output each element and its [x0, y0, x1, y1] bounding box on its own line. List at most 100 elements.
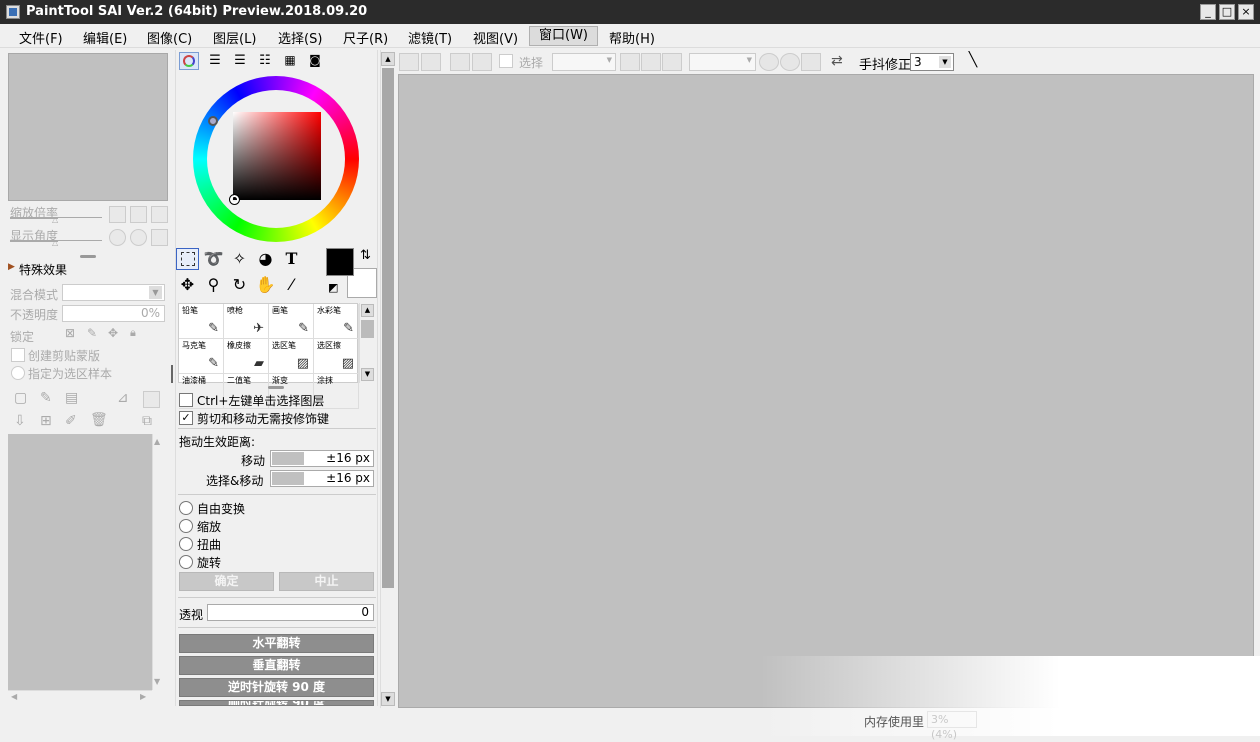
rotate-left-button[interactable]: [759, 53, 779, 71]
panel-splitter[interactable]: [80, 255, 96, 258]
scroll-up-icon[interactable]: ▲: [361, 304, 374, 317]
angle-select[interactable]: ▼: [689, 53, 756, 71]
lock-all-icon[interactable]: 🔒︎: [130, 326, 136, 340]
brush-slot[interactable]: 水彩笔 ✎: [314, 304, 359, 339]
copy-layer-icon[interactable]: ⧉: [142, 413, 152, 429]
move-distance-field[interactable]: ±16 px: [270, 450, 374, 467]
brush-slot[interactable]: 橡皮擦 ▰: [224, 339, 269, 374]
stabilizer-select[interactable]: 3 ▼: [910, 53, 954, 71]
effects-label[interactable]: 特殊效果: [19, 261, 67, 278]
rotate-radio[interactable]: [179, 555, 193, 569]
rotate-cw-button[interactable]: 顺时针旋转 90 度: [179, 700, 374, 706]
brush-scroll-thumb[interactable]: [361, 320, 374, 338]
cut-move-checkbox[interactable]: ✓: [179, 411, 193, 425]
free-transform-radio[interactable]: [179, 501, 193, 515]
eyedropper-tool[interactable]: ⁄: [280, 274, 303, 296]
ruler-layer-icon[interactable]: ⊿: [117, 390, 129, 406]
brush-slot[interactable]: 画笔 ✎: [269, 304, 314, 339]
chevron-down-icon[interactable]: ▼: [149, 286, 162, 299]
zoom-in-button[interactable]: [641, 53, 661, 71]
menu-help[interactable]: 帮助(H): [609, 28, 655, 47]
layer-list[interactable]: [8, 434, 152, 690]
invert-selection-button[interactable]: [472, 53, 492, 71]
brush-slot[interactable]: 铅笔 ✎: [179, 304, 224, 339]
menu-layer[interactable]: 图层(L): [213, 28, 256, 47]
new-pen-layer-icon[interactable]: ✎: [40, 390, 52, 406]
shape-tool[interactable]: ◕: [254, 248, 277, 270]
primary-color-swatch[interactable]: [326, 248, 354, 276]
zoom-slider-thumb[interactable]: △: [52, 215, 58, 224]
new-layer-icon[interactable]: ▢: [14, 390, 27, 406]
hsv-slider-tab[interactable]: ☰: [230, 52, 250, 70]
scroll-left-icon[interactable]: ◀: [11, 692, 17, 701]
zoom-tool[interactable]: ⚲: [202, 274, 225, 296]
scratchpad-tab[interactable]: ◙: [305, 52, 325, 70]
marquee-tool[interactable]: [176, 248, 199, 270]
rotate-right-button[interactable]: [780, 53, 800, 71]
opacity-field[interactable]: 0%: [62, 305, 165, 322]
clip-checkbox[interactable]: [11, 348, 25, 362]
lock-pixels-icon[interactable]: ⊠: [65, 326, 75, 340]
menu-edit[interactable]: 编辑(E): [83, 28, 127, 47]
menu-image[interactable]: 图像(C): [147, 28, 192, 47]
tool-panel-scroll-thumb[interactable]: [382, 68, 394, 588]
scroll-down-icon[interactable]: ▼: [154, 677, 160, 686]
brush-grid-splitter[interactable]: [268, 386, 284, 389]
abort-button[interactable]: 中止: [279, 572, 374, 591]
move-tool[interactable]: ✥: [176, 274, 199, 296]
rotate-reset-button[interactable]: [801, 53, 821, 71]
rotate-left-button[interactable]: [109, 229, 126, 246]
rotate-reset-button[interactable]: [151, 229, 168, 246]
scroll-up-icon[interactable]: ▲: [154, 437, 160, 446]
zoom-in-button[interactable]: [130, 206, 147, 223]
perspective-field[interactable]: 0: [207, 604, 374, 621]
menu-ruler[interactable]: 尺子(R): [343, 28, 388, 47]
scale-radio[interactable]: [179, 519, 193, 533]
saturation-value-square[interactable]: [233, 112, 321, 200]
flip-vertical-button[interactable]: 垂直翻转: [179, 656, 374, 675]
menu-window[interactable]: 窗口(W): [529, 26, 598, 46]
color-wheel-tab[interactable]: [179, 52, 199, 70]
undo-button[interactable]: [399, 53, 419, 71]
menu-file[interactable]: 文件(F): [19, 28, 63, 47]
reset-colors-icon[interactable]: ◩: [328, 281, 338, 294]
mixer-tab[interactable]: ☷: [255, 52, 275, 70]
rotate-ccw-button[interactable]: 逆时针旋转 90 度: [179, 678, 374, 697]
angle-slider-thumb[interactable]: △: [52, 238, 58, 247]
add-layer-icon[interactable]: ⊞: [40, 413, 52, 429]
zoom-select[interactable]: ▼: [552, 53, 616, 71]
minimize-button[interactable]: _: [1200, 4, 1216, 20]
menu-view[interactable]: 视图(V): [473, 28, 518, 47]
hand-tool[interactable]: ✋: [254, 274, 277, 296]
panel-resize-handle[interactable]: [171, 365, 173, 383]
redo-button[interactable]: [421, 53, 441, 71]
deselect-button[interactable]: [450, 53, 470, 71]
confirm-button[interactable]: 确定: [179, 572, 274, 591]
swap-colors-icon[interactable]: ⇅: [360, 248, 371, 263]
brush-slot[interactable]: 选区擦 ▨: [314, 339, 359, 374]
trash-icon[interactable]: 🗑︎: [90, 412, 108, 428]
swatch-tab[interactable]: ▦: [280, 52, 300, 70]
lock-move-icon[interactable]: ✥: [108, 326, 118, 340]
brush-slot[interactable]: 喷枪 ✈: [224, 304, 269, 339]
lock-draw-icon[interactable]: ✎: [87, 326, 97, 340]
canvas-area[interactable]: [398, 74, 1254, 708]
layer-list-hscrollbar[interactable]: [8, 690, 152, 705]
rotate-tool[interactable]: ↻: [228, 274, 251, 296]
merge-down-icon[interactable]: ⇩: [14, 413, 26, 429]
zoom-reset-button[interactable]: [151, 206, 168, 223]
menu-filter[interactable]: 滤镜(T): [408, 28, 452, 47]
rgb-slider-tab[interactable]: ☰: [205, 52, 225, 70]
scroll-down-icon[interactable]: ▼: [381, 692, 395, 706]
straight-line-icon[interactable]: ╲: [962, 52, 984, 72]
brush-slot[interactable]: 马克笔 ✎: [179, 339, 224, 374]
lasso-tool[interactable]: ➰: [202, 248, 225, 270]
sample-radio[interactable]: [11, 366, 25, 380]
zoom-reset-button[interactable]: [662, 53, 682, 71]
brush-slot[interactable]: 选区笔 ▨: [269, 339, 314, 374]
new-folder-icon[interactable]: ▤: [65, 390, 78, 406]
sv-marker[interactable]: [229, 194, 240, 205]
menu-select[interactable]: 选择(S): [278, 28, 322, 47]
ctrl-click-checkbox[interactable]: [179, 393, 193, 407]
rotate-right-button[interactable]: [130, 229, 147, 246]
